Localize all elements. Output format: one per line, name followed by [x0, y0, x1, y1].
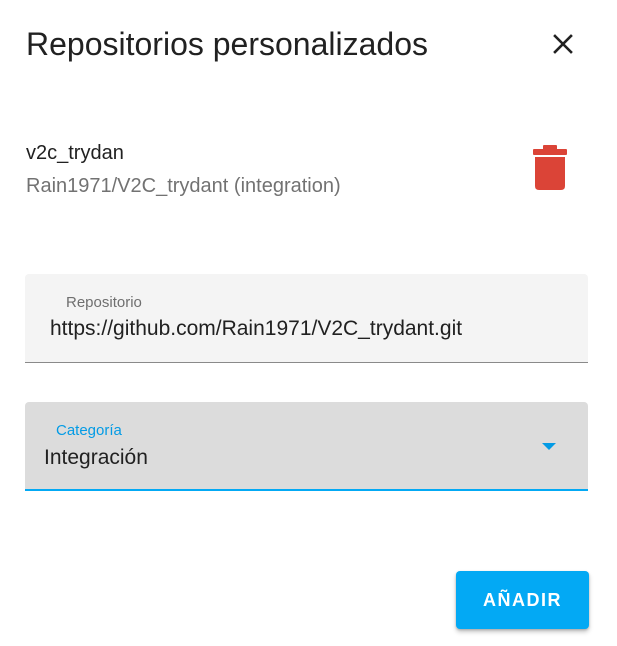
repository-name: v2c_trydan: [26, 142, 124, 164]
add-button[interactable]: AÑADIR: [456, 571, 589, 629]
custom-repositories-dialog: Repositorios personalizados v2c_trydan R…: [0, 0, 617, 646]
category-selected-value: Integración: [44, 446, 148, 469]
repository-list-item: v2c_trydan Rain1971/V2C_trydant (integra…: [26, 138, 586, 208]
caret-down-icon: [542, 443, 556, 450]
category-select[interactable]: Categoría Integración: [25, 402, 588, 491]
repository-details: Rain1971/V2C_trydant (integration): [26, 175, 341, 197]
category-label: Categoría: [56, 422, 122, 439]
dialog-title: Repositorios personalizados: [26, 26, 428, 62]
repository-field: Repositorio: [25, 274, 588, 363]
repository-label: Repositorio: [66, 294, 142, 311]
trash-icon: [533, 145, 567, 190]
close-icon: [553, 34, 573, 54]
delete-repository-button[interactable]: [526, 142, 574, 194]
close-button[interactable]: [541, 22, 585, 66]
repository-input[interactable]: [50, 314, 570, 344]
